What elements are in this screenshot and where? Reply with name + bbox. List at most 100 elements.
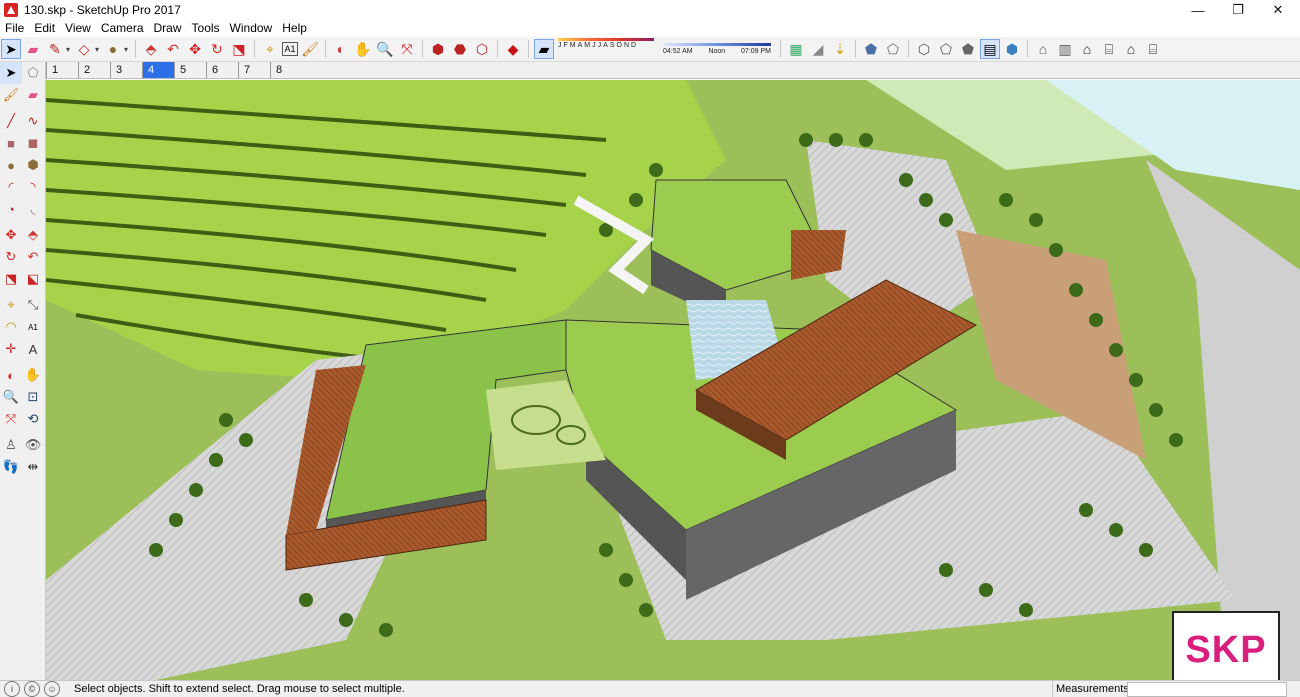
xray-icon[interactable]: ⬟	[861, 39, 881, 59]
push-pull-icon[interactable]: ⬘	[141, 39, 161, 59]
zoom-extents-tool-icon[interactable]: ⤧	[0, 408, 22, 430]
share-icon[interactable]: ⬡	[472, 39, 492, 59]
axes-tool-icon[interactable]: ✛	[0, 338, 22, 360]
ruby-icon[interactable]: ◆	[503, 39, 523, 59]
polygon-tool-icon[interactable]: ⬢	[22, 154, 44, 176]
hidden-line-icon[interactable]: ⬠	[936, 39, 956, 59]
extension-icon[interactable]: ⬣	[450, 39, 470, 59]
time-slider[interactable]: 04:52 AM Noon 07:09 PM	[663, 40, 773, 58]
move-icon[interactable]: ✥	[185, 39, 205, 59]
back-view-icon[interactable]: ⌂	[1121, 39, 1141, 59]
section-plane-tool-icon[interactable]: ⇹	[22, 456, 44, 478]
follow-me-icon[interactable]: ↶	[163, 39, 183, 59]
monochrome-icon[interactable]: ⬢	[1002, 39, 1022, 59]
scale-icon[interactable]: ⬔	[229, 39, 249, 59]
orbit-icon[interactable]: ◐	[331, 39, 351, 59]
arc2-tool-icon[interactable]: ◟	[22, 198, 44, 220]
scene-tab-5[interactable]: 5	[174, 62, 206, 78]
offset-tool-icon[interactable]: ⬕	[22, 268, 44, 290]
rotate-tool-icon[interactable]: ↻	[0, 246, 22, 268]
scale-tool-icon[interactable]: ⬔	[0, 268, 22, 290]
geo-location-icon[interactable]: i	[4, 681, 20, 697]
model-viewport[interactable]	[46, 80, 1300, 680]
menu-window[interactable]: Window	[225, 20, 278, 37]
pan-tool-icon[interactable]: ✋	[22, 364, 44, 386]
look-around-tool-icon[interactable]: 👁	[22, 434, 44, 456]
arc3-tool-icon[interactable]: ◝	[22, 176, 44, 198]
circle-shape-icon[interactable]: ●	[103, 39, 123, 59]
line-tool-icon[interactable]: ╱	[0, 110, 22, 132]
pencil-icon[interactable]: ✎	[45, 39, 65, 59]
shaded-icon[interactable]: ⬟	[958, 39, 978, 59]
menu-help[interactable]: Help	[277, 20, 312, 37]
sandbox-icon[interactable]: ⇣	[830, 39, 850, 59]
protractor-tool-icon[interactable]: ◠	[0, 316, 22, 338]
circle-dropdown-icon[interactable]: ▾	[124, 45, 131, 54]
previous-tool-icon[interactable]: ⟲	[22, 408, 44, 430]
shaded-texture-icon[interactable]: ▤	[980, 39, 1000, 59]
walk-tool-icon[interactable]: 👣	[0, 456, 22, 478]
zoom-window-tool-icon[interactable]: ⊡	[22, 386, 44, 408]
pushpull-tool-icon[interactable]: ⬘	[22, 224, 44, 246]
close-button[interactable]: ✕	[1255, 0, 1300, 20]
menu-tools[interactable]: Tools	[187, 20, 225, 37]
zoom-extents-icon[interactable]: ⤧	[397, 39, 417, 59]
menu-draw[interactable]: Draw	[149, 20, 187, 37]
select-icon[interactable]: ➤	[1, 39, 21, 59]
front-view-icon[interactable]: ⌂	[1077, 39, 1097, 59]
section-icon[interactable]: ▦	[786, 39, 806, 59]
right-view-icon[interactable]: ⌸	[1099, 39, 1119, 59]
pie-tool-icon[interactable]: ◔	[0, 198, 22, 220]
orbit-tool-icon[interactable]: ◐	[0, 364, 22, 386]
rotated-rect-tool-icon[interactable]: ◼	[22, 132, 44, 154]
scene-tab-3[interactable]: 3	[110, 62, 142, 78]
measurements-input[interactable]	[1127, 682, 1287, 697]
arc-tool-icon[interactable]: ◜	[0, 176, 22, 198]
pencil-dropdown-icon[interactable]: ▾	[66, 45, 73, 54]
menu-camera[interactable]: Camera	[96, 20, 149, 37]
warehouse-icon[interactable]: ⬢	[428, 39, 448, 59]
select-tool-icon[interactable]: ➤	[0, 62, 22, 84]
zoom-tool-icon[interactable]: 🔍	[0, 386, 22, 408]
month-slider[interactable]: J F M A M J J A S O N D	[558, 38, 658, 56]
tape-tool-icon[interactable]: ⌖	[0, 294, 22, 316]
paint-icon[interactable]: 🖌	[300, 39, 320, 59]
scene-tab-7[interactable]: 7	[238, 62, 270, 78]
paint-tool-icon[interactable]: 🖌	[0, 84, 22, 106]
eraser-style-icon[interactable]: ▰	[534, 39, 554, 59]
shape-icon[interactable]: ◇	[74, 39, 94, 59]
fog-icon[interactable]: ◢	[808, 39, 828, 59]
component-tool-icon[interactable]: ⬠	[22, 62, 44, 84]
move-tool-icon[interactable]: ✥	[0, 224, 22, 246]
account-icon[interactable]: ☺	[44, 681, 60, 697]
scene-tab-8[interactable]: 8	[270, 62, 302, 78]
left-view-icon[interactable]: ⌸	[1143, 39, 1163, 59]
rectangle-tool-icon[interactable]: ■	[0, 132, 22, 154]
scene-tab-6[interactable]: 6	[206, 62, 238, 78]
menu-edit[interactable]: Edit	[29, 20, 60, 37]
text-tool-icon[interactable]: A1	[22, 316, 44, 338]
eraser-tool-icon[interactable]: ▰	[22, 84, 44, 106]
back-edges-icon[interactable]: ⬠	[883, 39, 903, 59]
scene-tab-1[interactable]: 1	[46, 62, 78, 78]
shape-dropdown-icon[interactable]: ▾	[95, 45, 102, 54]
credits-icon[interactable]: ©	[24, 681, 40, 697]
menu-file[interactable]: File	[0, 20, 29, 37]
top-view-icon[interactable]: ▥	[1055, 39, 1075, 59]
rotate-icon[interactable]: ↻	[207, 39, 227, 59]
followme-tool-icon[interactable]: ↶	[22, 246, 44, 268]
freehand-tool-icon[interactable]: ∿	[22, 110, 44, 132]
iso-view-icon[interactable]: ⌂	[1033, 39, 1053, 59]
zoom-icon[interactable]: 🔍	[375, 39, 395, 59]
scene-tab-4[interactable]: 4	[142, 62, 174, 78]
position-camera-tool-icon[interactable]: ♙	[0, 434, 22, 456]
wireframe-icon[interactable]: ⬡	[914, 39, 934, 59]
circle-tool-icon[interactable]: ●	[0, 154, 22, 176]
dimension-tool-icon[interactable]: ⤡	[22, 294, 44, 316]
3dtext-tool-icon[interactable]: A	[22, 338, 44, 360]
pan-icon[interactable]: ✋	[353, 39, 373, 59]
menu-view[interactable]: View	[60, 20, 96, 37]
tape-measure-icon[interactable]: ⌖	[260, 39, 280, 59]
scene-tab-2[interactable]: 2	[78, 62, 110, 78]
text-icon[interactable]: A1	[282, 42, 298, 56]
